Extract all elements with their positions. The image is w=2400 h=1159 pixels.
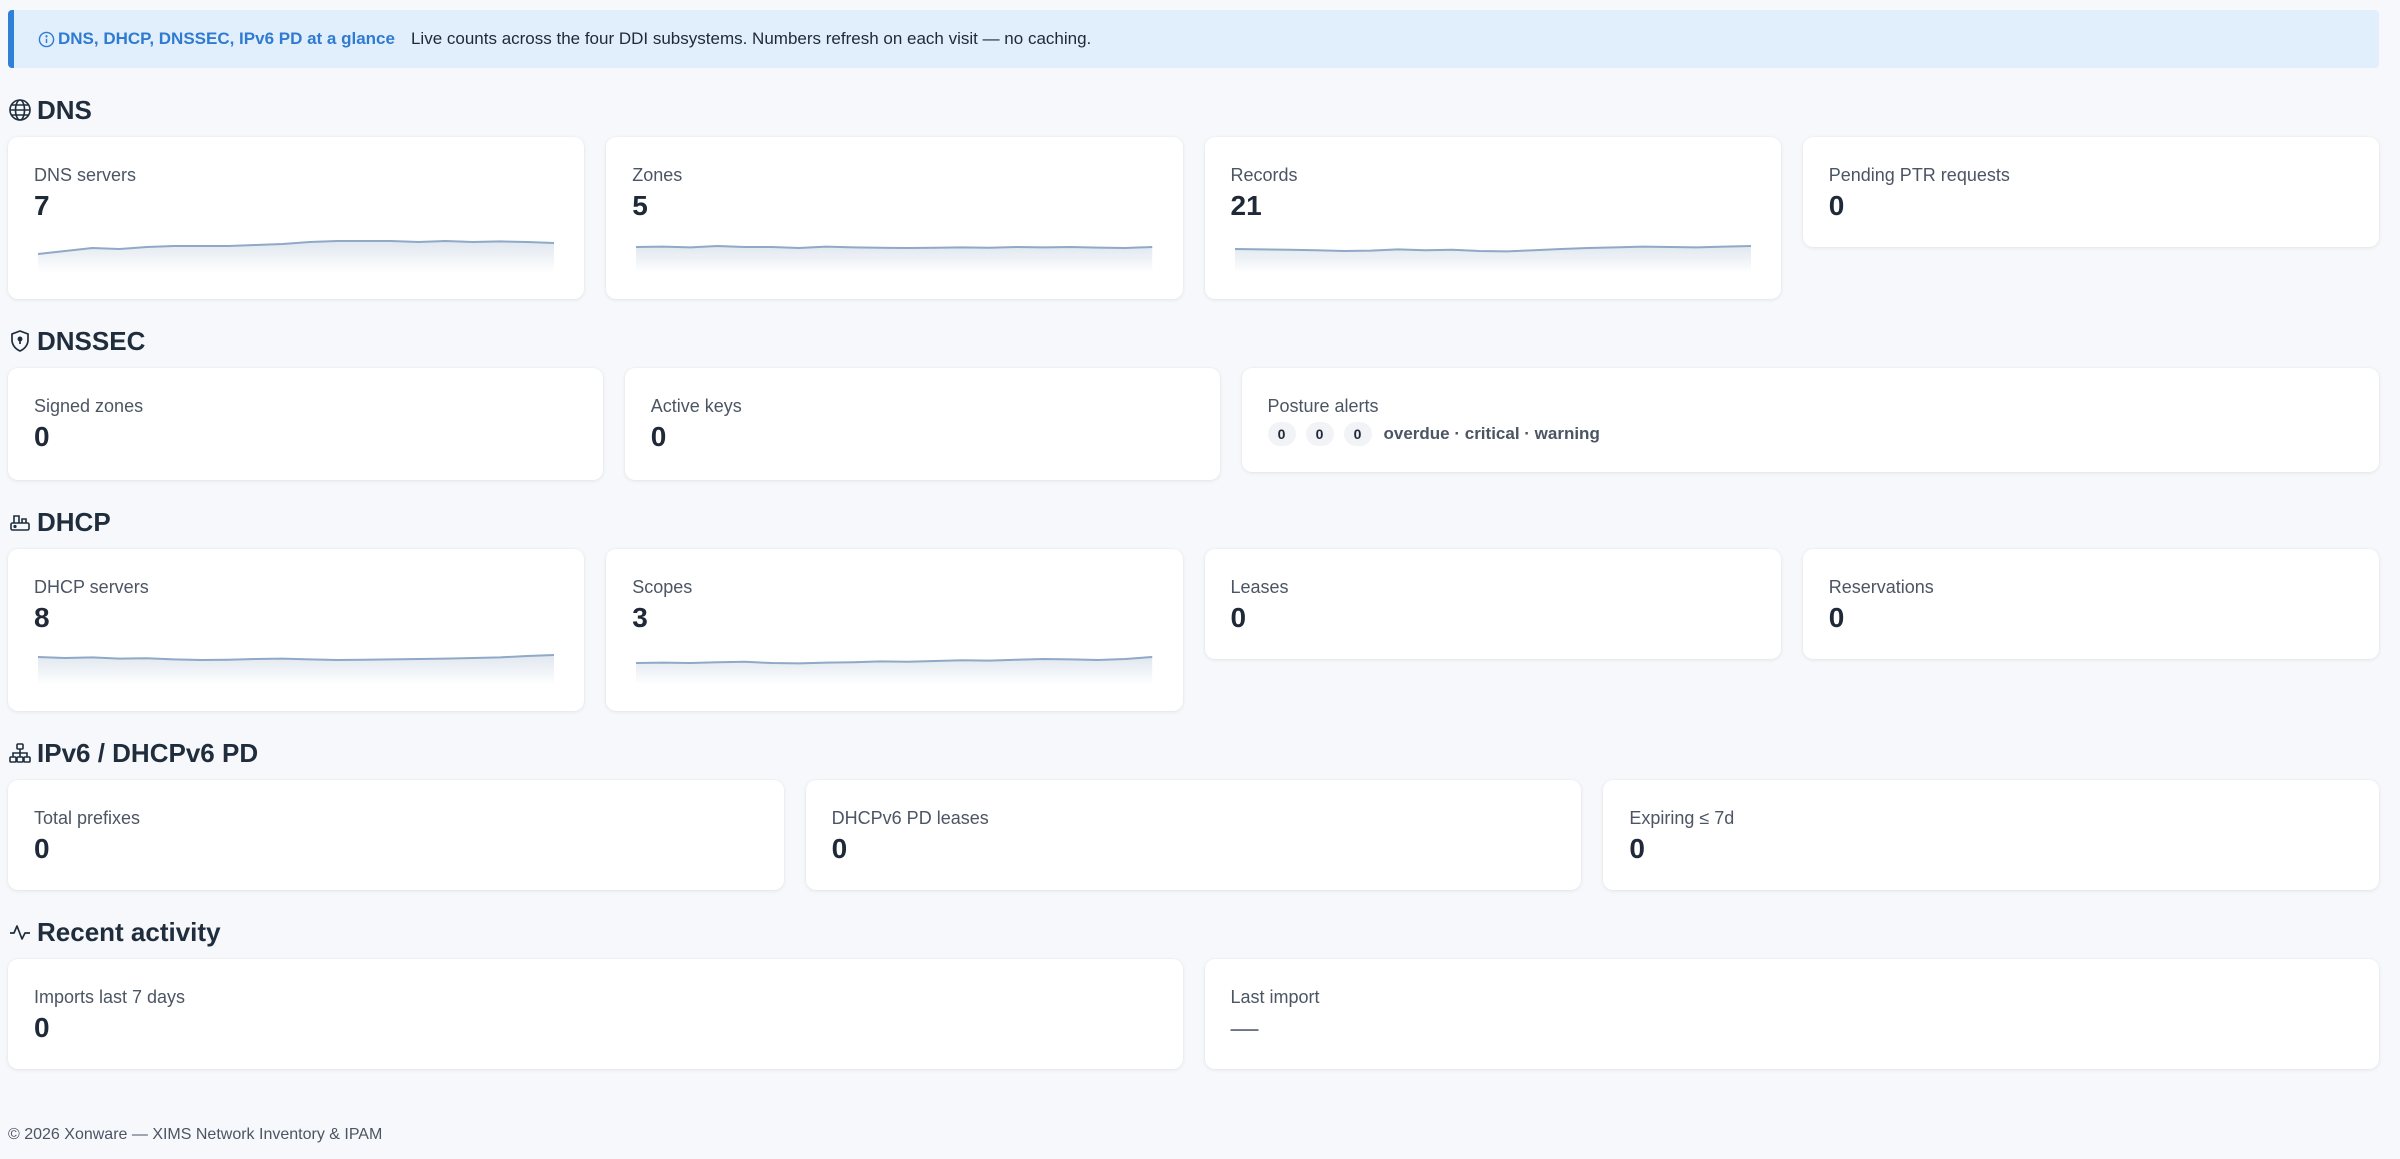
card-value: 0 (34, 833, 50, 864)
footer-copyright: © 2026 Xonware — XIMS Network Inventory … (8, 1126, 383, 1143)
network-icon (8, 741, 32, 765)
dns-cards: DNS servers 7 Zones 5 Records 21 Pending… (8, 137, 2379, 299)
activity-icon (8, 920, 32, 944)
card-label: Active keys (650, 396, 742, 416)
card-zones[interactable]: Zones 5 (606, 137, 1183, 299)
section-dnssec-title: DNSSEC (37, 325, 146, 356)
sparkline-svg (636, 645, 1153, 685)
card-label: DHCPv6 PD leases (831, 808, 989, 828)
section-activity-heading: Recent activity (8, 912, 2379, 952)
card-label: Imports last 7 days (34, 987, 186, 1007)
card-value: 0 (650, 421, 667, 452)
card-pending-ptr[interactable]: Pending PTR requests 0 (1802, 137, 2379, 247)
server-icon (8, 510, 32, 534)
card-label: Records (1230, 165, 1298, 185)
section-dns-title: DNS (37, 94, 92, 125)
dashboard-page: DNS, DHCP, DNSSEC, IPv6 PD at a glance L… (8, 10, 2380, 1069)
card-label: Expiring ≤ 7d (1629, 808, 1735, 828)
card-dns-servers[interactable]: DNS servers 7 (8, 137, 585, 299)
card-dhcpv6-pd-leases[interactable]: DHCPv6 PD leases 0 (805, 780, 1582, 890)
card-value: 0 (831, 833, 848, 864)
sparkline-dns-servers (38, 233, 555, 273)
section-activity-title: Recent activity (37, 916, 221, 947)
posture-legend: overdue · critical · warning (1383, 424, 1600, 443)
card-value: 0 (1828, 190, 1845, 221)
card-value: 0 (1629, 833, 1645, 864)
sparkline-area (38, 241, 555, 273)
section-dhcp-title: DHCP (37, 506, 111, 537)
card-label: DNS servers (34, 165, 137, 185)
warning-count-badge: 0 (1343, 422, 1372, 446)
card-value: 0 (1828, 602, 1845, 633)
card-value: 21 (1230, 190, 1262, 221)
card-value: 3 (632, 602, 648, 633)
card-label: DHCP servers (34, 577, 149, 597)
sparkline-dhcp-servers (38, 645, 555, 685)
card-value: 7 (34, 190, 50, 221)
sparkline-svg (38, 645, 555, 685)
card-leases[interactable]: Leases 0 (1204, 549, 1781, 659)
info-icon (38, 31, 55, 48)
card-expiring-7d[interactable]: Expiring ≤ 7d 0 (1603, 780, 2380, 890)
card-label: Zones (632, 165, 683, 185)
sparkline-svg (1234, 233, 1751, 273)
dhcp-cards: DHCP servers 8 Scopes 3 Leases 0 Reserva… (8, 549, 2379, 711)
card-records[interactable]: Records 21 (1204, 137, 1781, 299)
card-value: 0 (34, 421, 50, 452)
card-label: Total prefixes (34, 808, 141, 828)
section-ipv6-heading: IPv6 / DHCPv6 PD (8, 733, 2379, 773)
overdue-count-badge: 0 (1267, 422, 1296, 446)
card-value: 8 (34, 602, 50, 633)
card-dhcp-servers[interactable]: DHCP servers 8 (8, 549, 585, 711)
section-dhcp-heading: DHCP (8, 502, 2379, 542)
card-label: Reservations (1828, 577, 1934, 597)
card-value: 0 (1230, 602, 1247, 633)
sparkline-zones (636, 233, 1153, 273)
card-active-keys[interactable]: Active keys 0 (624, 368, 1220, 480)
card-label: Pending PTR requests (1828, 165, 2010, 185)
card-label: Posture alerts (1267, 396, 1379, 416)
sparkline-records (1234, 233, 1751, 273)
card-label: Scopes (632, 577, 693, 597)
sparkline-svg (38, 233, 555, 273)
card-last-import[interactable]: Last import — (1204, 959, 2379, 1069)
banner-text: Live counts across the four DDI subsyste… (410, 29, 1092, 48)
sparkline-area (636, 246, 1153, 273)
card-value: — (1230, 1012, 1259, 1043)
dnssec-cards: Signed zones 0 Active keys 0 Posture ale… (8, 368, 2379, 480)
activity-cards: Imports last 7 days 0 Last import — (8, 959, 2379, 1069)
sparkline-svg (636, 233, 1153, 273)
banner-title: DNS, DHCP, DNSSEC, IPv6 PD at a glance (58, 29, 395, 48)
ipv6-cards: Total prefixes 0 DHCPv6 PD leases 0 Expi… (8, 780, 2380, 890)
sparkline-scopes (636, 645, 1153, 685)
card-value: 5 (632, 190, 648, 221)
card-label: Signed zones (34, 396, 144, 416)
card-label: Leases (1230, 577, 1289, 597)
card-posture-alerts[interactable]: Posture alerts 0 0 0 overdue · critical … (1241, 368, 2379, 472)
card-signed-zones[interactable]: Signed zones 0 (8, 368, 603, 480)
section-ipv6-title: IPv6 / DHCPv6 PD (37, 737, 259, 768)
card-total-prefixes[interactable]: Total prefixes 0 (8, 780, 784, 890)
card-label: Last import (1230, 987, 1320, 1007)
info-banner: DNS, DHCP, DNSSEC, IPv6 PD at a glance L… (8, 10, 2379, 68)
critical-count-badge: 0 (1305, 422, 1334, 446)
posture-alert-counts: 0 0 0 overdue · critical · warning (1267, 422, 2354, 446)
globe-icon (8, 98, 32, 122)
card-value: 0 (34, 1012, 50, 1043)
card-scopes[interactable]: Scopes 3 (606, 549, 1183, 711)
card-imports-7-days[interactable]: Imports last 7 days 0 (8, 959, 1183, 1069)
section-dns-heading: DNS (8, 90, 2379, 130)
card-reservations[interactable]: Reservations 0 (1802, 549, 2379, 659)
section-dnssec-heading: DNSSEC (8, 321, 2379, 361)
shield-icon (8, 329, 32, 353)
